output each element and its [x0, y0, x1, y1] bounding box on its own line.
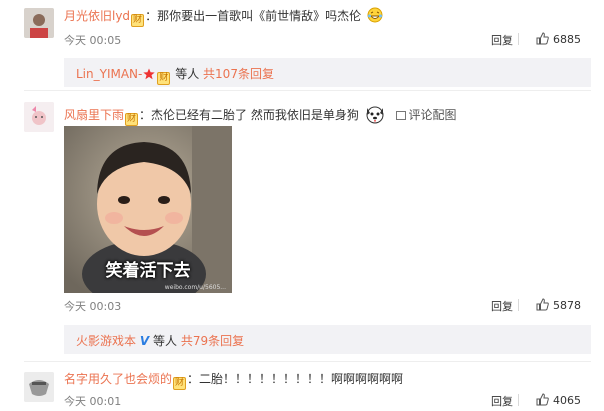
sub-reply-user[interactable]: Lin_YIMAN-: [76, 67, 142, 81]
comment-text: 那你要出一首歌叫《前世情敌》吗杰伦: [157, 9, 362, 23]
sub-reply-count[interactable]: 共79条回复: [181, 334, 244, 348]
avatar[interactable]: [24, 372, 54, 402]
like-button[interactable]: 6885: [536, 32, 581, 46]
red-star-icon: [143, 68, 156, 80]
sub-replies-box[interactable]: Lin_YIMAN- 财 等人 共107条回复: [64, 58, 591, 87]
colon: ：: [145, 9, 158, 23]
avatar[interactable]: [24, 8, 54, 38]
wealth-badge[interactable]: 财: [173, 377, 187, 390]
comment-time: 今天 00:03: [64, 300, 122, 313]
pic-link-label: 评论配图: [408, 108, 457, 122]
comment-line: 月光依旧lyd 财：那你要出一首歌叫《前世情敌》吗杰伦: [64, 7, 383, 27]
comment-line: 名字用久了也会烦的财：二胎！！！！！！！！！啊啊啊啊啊啊: [64, 371, 403, 390]
divider: [518, 33, 519, 45]
sub-reply-user[interactable]: 火影游戏本: [76, 334, 136, 348]
wealth-badge[interactable]: 财: [125, 113, 139, 126]
sub-reply-suffix: 等人: [175, 67, 200, 81]
image-caption: 笑着活下去: [105, 261, 191, 281]
avatar[interactable]: [24, 102, 54, 132]
thumbs-up-icon: [536, 32, 549, 45]
comment-time: 今天 00:01: [64, 395, 122, 408]
verified-icon: V: [139, 334, 150, 348]
colon: ：: [187, 372, 200, 386]
sub-reply-count[interactable]: 共107条回复: [203, 67, 274, 81]
sub-replies-box[interactable]: 火影游戏本 V 等人 共79条回复: [64, 325, 591, 354]
sub-reply-suffix: 等人: [152, 334, 177, 348]
reply-button[interactable]: 回复: [491, 298, 513, 314]
colon: ：: [139, 108, 152, 122]
avatar-image: [24, 102, 54, 132]
wealth-badge[interactable]: 财: [131, 14, 145, 27]
comment-text: 二胎！！！！！！！！！啊啊啊啊啊啊: [199, 372, 404, 386]
divider: [518, 394, 519, 406]
avatar-image: [24, 8, 54, 38]
pic-link[interactable]: 评论配图: [395, 108, 457, 122]
thumbs-up-icon: [536, 393, 549, 406]
like-button[interactable]: 4065: [536, 393, 581, 407]
reply-button[interactable]: 回复: [491, 393, 513, 409]
username[interactable]: 月光依旧lyd: [64, 9, 130, 23]
picture-icon: [395, 111, 406, 120]
like-count: 6885: [553, 33, 581, 46]
comment-line: 风扇里下雨财：杰伦已经有二胎了 然而我依旧是单身狗 评论配图: [64, 103, 457, 126]
username[interactable]: 风扇里下雨: [64, 108, 124, 122]
thumbs-up-icon: [536, 298, 549, 311]
comment-text: 杰伦已经有二胎了 然而我依旧是单身狗: [151, 108, 359, 122]
comment-time: 今天 00:05: [64, 34, 122, 47]
username[interactable]: 名字用久了也会烦的: [64, 372, 172, 386]
like-count: 5878: [553, 299, 581, 312]
comment-item: 名字用久了也会烦的财：二胎！！！！！！！！！啊啊啊啊啊啊 今天 00:01 回复…: [0, 362, 604, 411]
like-count: 4065: [553, 394, 581, 407]
reply-button[interactable]: 回复: [491, 32, 513, 48]
divider: [518, 299, 519, 311]
like-button[interactable]: 5878: [536, 298, 581, 312]
comment-item: 月光依旧lyd 财：那你要出一首歌叫《前世情敌》吗杰伦 今天 00:05 回复 6…: [0, 0, 604, 91]
image-watermark: weibo.com/u/5605...: [164, 284, 226, 291]
wealth-badge: 财: [157, 72, 171, 85]
laughing-tears-icon: [367, 7, 383, 23]
dog-face-icon: [366, 106, 384, 124]
comment-image[interactable]: 笑着活下去 weibo.com/u/5605...: [64, 126, 232, 293]
avatar-image: [24, 372, 54, 402]
